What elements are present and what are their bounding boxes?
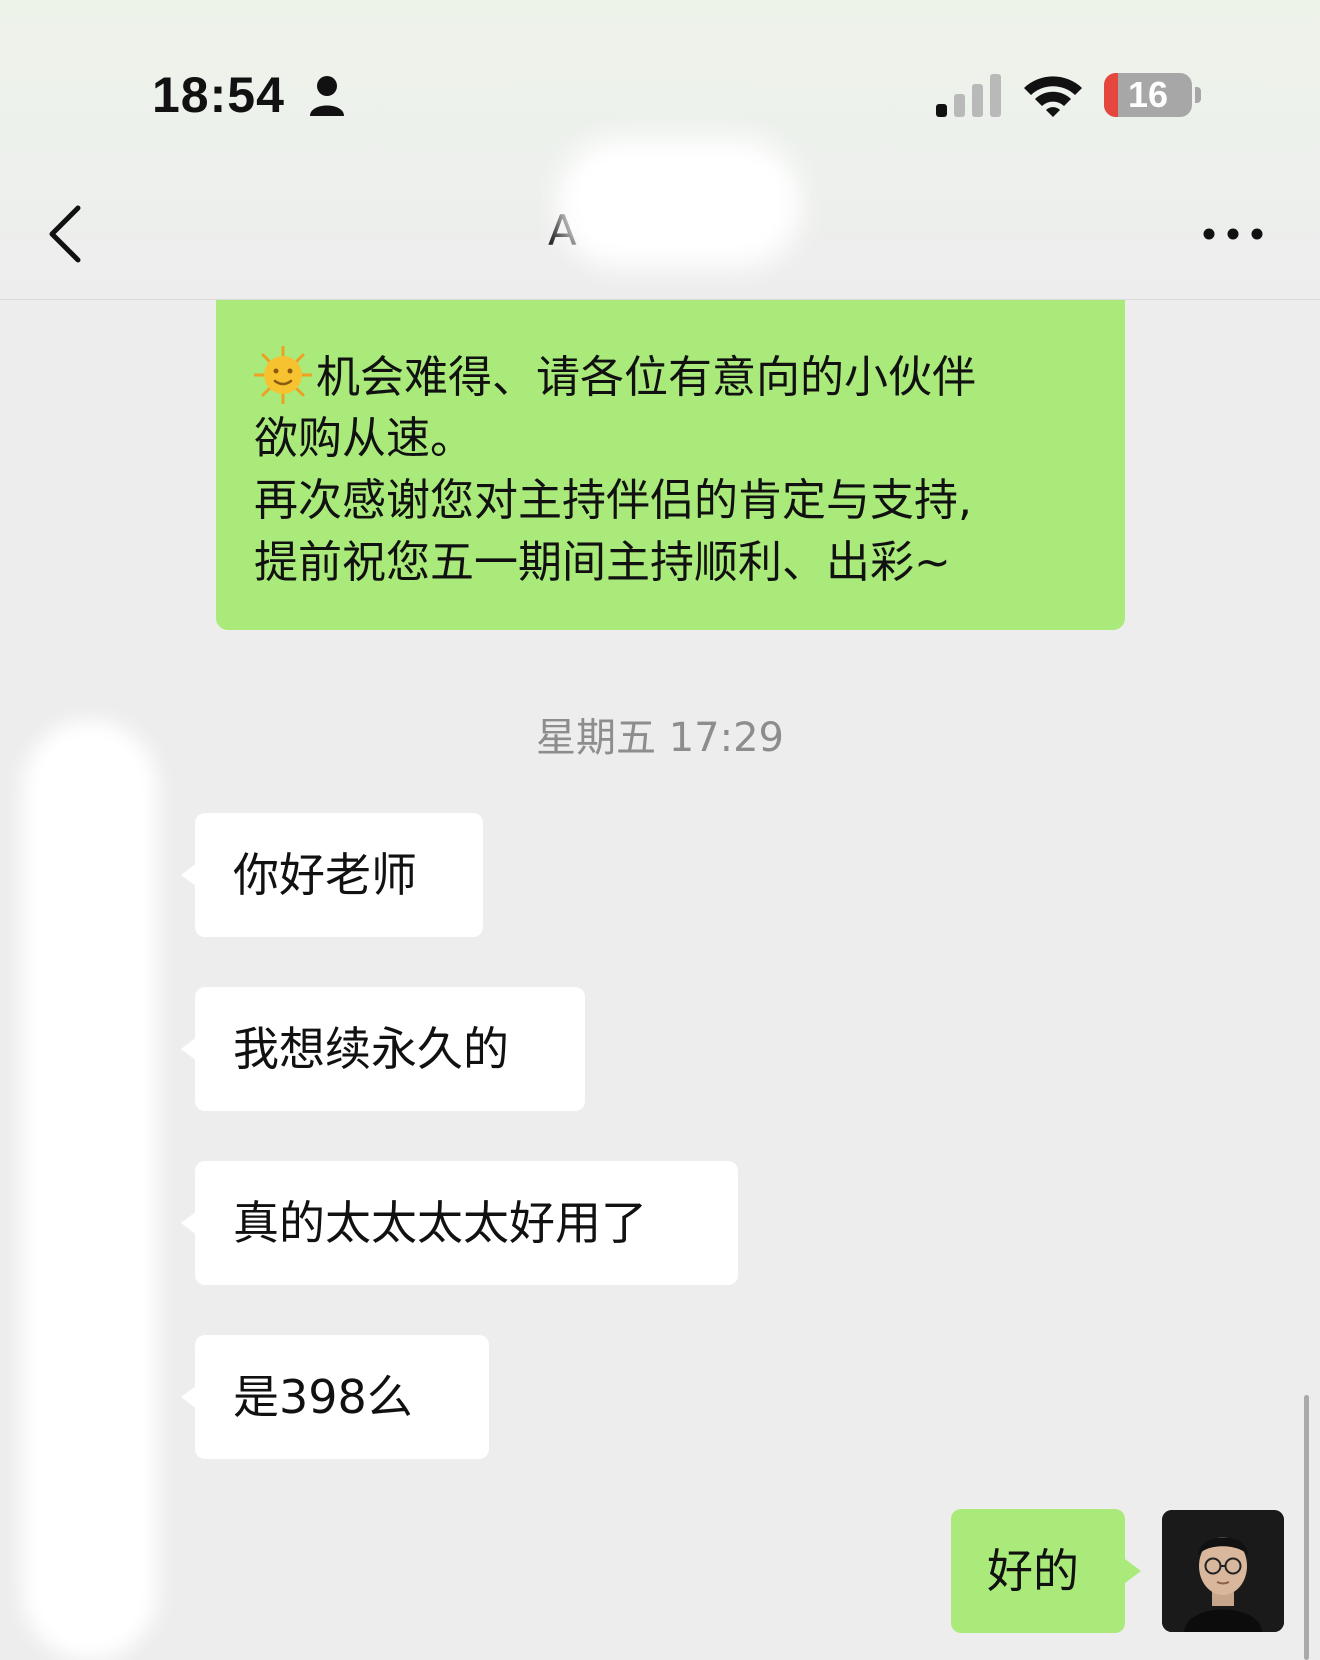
message-bubble-incoming[interactable]: 你好老师 — [181, 813, 483, 937]
cellular-signal-icon — [936, 74, 1001, 117]
battery-icon: 16 — [1104, 73, 1192, 117]
avatar-portrait — [1162, 1510, 1284, 1632]
sun-with-face-icon — [254, 346, 312, 404]
message-bubble-incoming[interactable]: 真的太太太太好用了 — [181, 1161, 738, 1285]
title-redaction — [556, 138, 802, 268]
message-timestamp: 星期五 17:29 — [536, 715, 784, 761]
message-line: 机会难得、请各位有意向的小伙伴 — [254, 346, 1095, 408]
message-bubble-incoming[interactable]: 是398么 — [181, 1335, 489, 1459]
message-bubble-incoming[interactable]: 我想续永久的 — [181, 987, 585, 1111]
wifi-icon — [1024, 76, 1082, 117]
message-bubble-outgoing[interactable]: 机会难得、请各位有意向的小伙伴 欲购从速。 再次感谢您对主持伴侣的肯定与支持, … — [216, 300, 1125, 630]
battery-percent: 16 — [1127, 74, 1169, 115]
more-dots-icon[interactable] — [1200, 218, 1266, 250]
status-time: 18:54 — [152, 67, 285, 123]
scrollbar[interactable] — [1304, 1395, 1309, 1660]
message-bubble-outgoing[interactable]: 好的 — [951, 1509, 1141, 1633]
battery-nub — [1195, 87, 1201, 103]
message-text: 机会难得、请各位有意向的小伙伴 — [316, 352, 976, 403]
message-line: 再次感谢您对主持伴侣的肯定与支持, — [254, 475, 972, 526]
avatar[interactable] — [1162, 1510, 1284, 1632]
person-icon — [310, 76, 344, 116]
message-line: 提前祝您五一期间主持顺利、出彩~ — [254, 537, 951, 588]
message-line: 欲购从速。 — [254, 413, 474, 464]
sender-avatar-redaction — [22, 720, 158, 1660]
chevron-left-icon[interactable] — [42, 202, 88, 266]
